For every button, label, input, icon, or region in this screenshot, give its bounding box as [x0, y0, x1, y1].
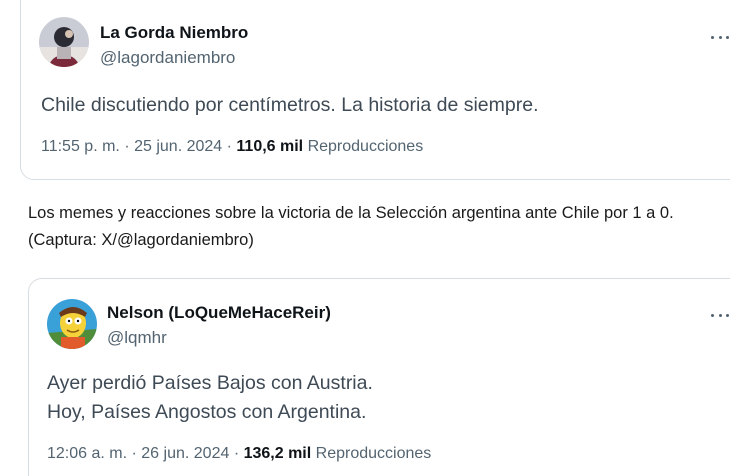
meta-separator: ·: [131, 445, 137, 462]
display-name[interactable]: La Gorda Niembro: [100, 23, 248, 43]
avatar[interactable]: [47, 299, 97, 349]
page: La Gorda Niembro @lagordaniembro Chile d…: [0, 0, 730, 476]
tweet-meta: 12:06 a. m. · 26 jun. 2024 · 136,2 mil R…: [47, 445, 431, 463]
tweet-time[interactable]: 12:06 a. m.: [47, 445, 127, 462]
tweet-text: Ayer perdió Países Bajos con Austria. Ho…: [47, 369, 373, 427]
caption-line: Los memes y reacciones sobre la victoria…: [28, 204, 674, 222]
tweet-text-line: Hoy, Países Angostos con Argentina.: [47, 401, 367, 423]
tweet-card[interactable]: La Gorda Niembro @lagordaniembro Chile d…: [20, 0, 730, 180]
tweet-text-line: Chile discutiendo por centímetros. La hi…: [41, 94, 539, 116]
views-label: Reproducciones: [315, 445, 432, 462]
meta-separator: ·: [226, 138, 232, 155]
caption-credit: (Captura: X/@lagordaniembro): [28, 231, 254, 249]
tweet-time[interactable]: 11:55 p. m.: [41, 138, 120, 155]
more-horizontal-icon[interactable]: [711, 305, 729, 325]
tweet-meta: 11:55 p. m. · 25 jun. 2024 · 110,6 mil R…: [41, 138, 423, 156]
tweet-date[interactable]: 26 jun. 2024: [141, 445, 229, 462]
avatar[interactable]: [39, 17, 89, 67]
meta-separator: ·: [233, 445, 240, 462]
tweet-date[interactable]: 25 jun. 2024: [134, 138, 222, 155]
user-handle[interactable]: @lqmhr: [107, 328, 167, 348]
tweet-text: Chile discutiendo por centímetros. La hi…: [41, 91, 539, 120]
meta-separator: ·: [124, 138, 130, 155]
article-caption: Los memes y reacciones sobre la victoria…: [28, 200, 730, 254]
tweet-card[interactable]: Nelson (LoQueMeHaceReir) @lqmhr Ayer per…: [28, 278, 730, 476]
view-count: 136,2 mil: [243, 445, 312, 462]
view-count: 110,6 mil: [236, 138, 304, 155]
views-label: Reproducciones: [307, 138, 424, 155]
tweet-text-line: Ayer perdió Países Bajos con Austria.: [47, 372, 373, 394]
user-handle[interactable]: @lagordaniembro: [100, 48, 235, 68]
more-horizontal-icon[interactable]: [711, 27, 729, 47]
display-name[interactable]: Nelson (LoQueMeHaceReir): [107, 303, 331, 323]
